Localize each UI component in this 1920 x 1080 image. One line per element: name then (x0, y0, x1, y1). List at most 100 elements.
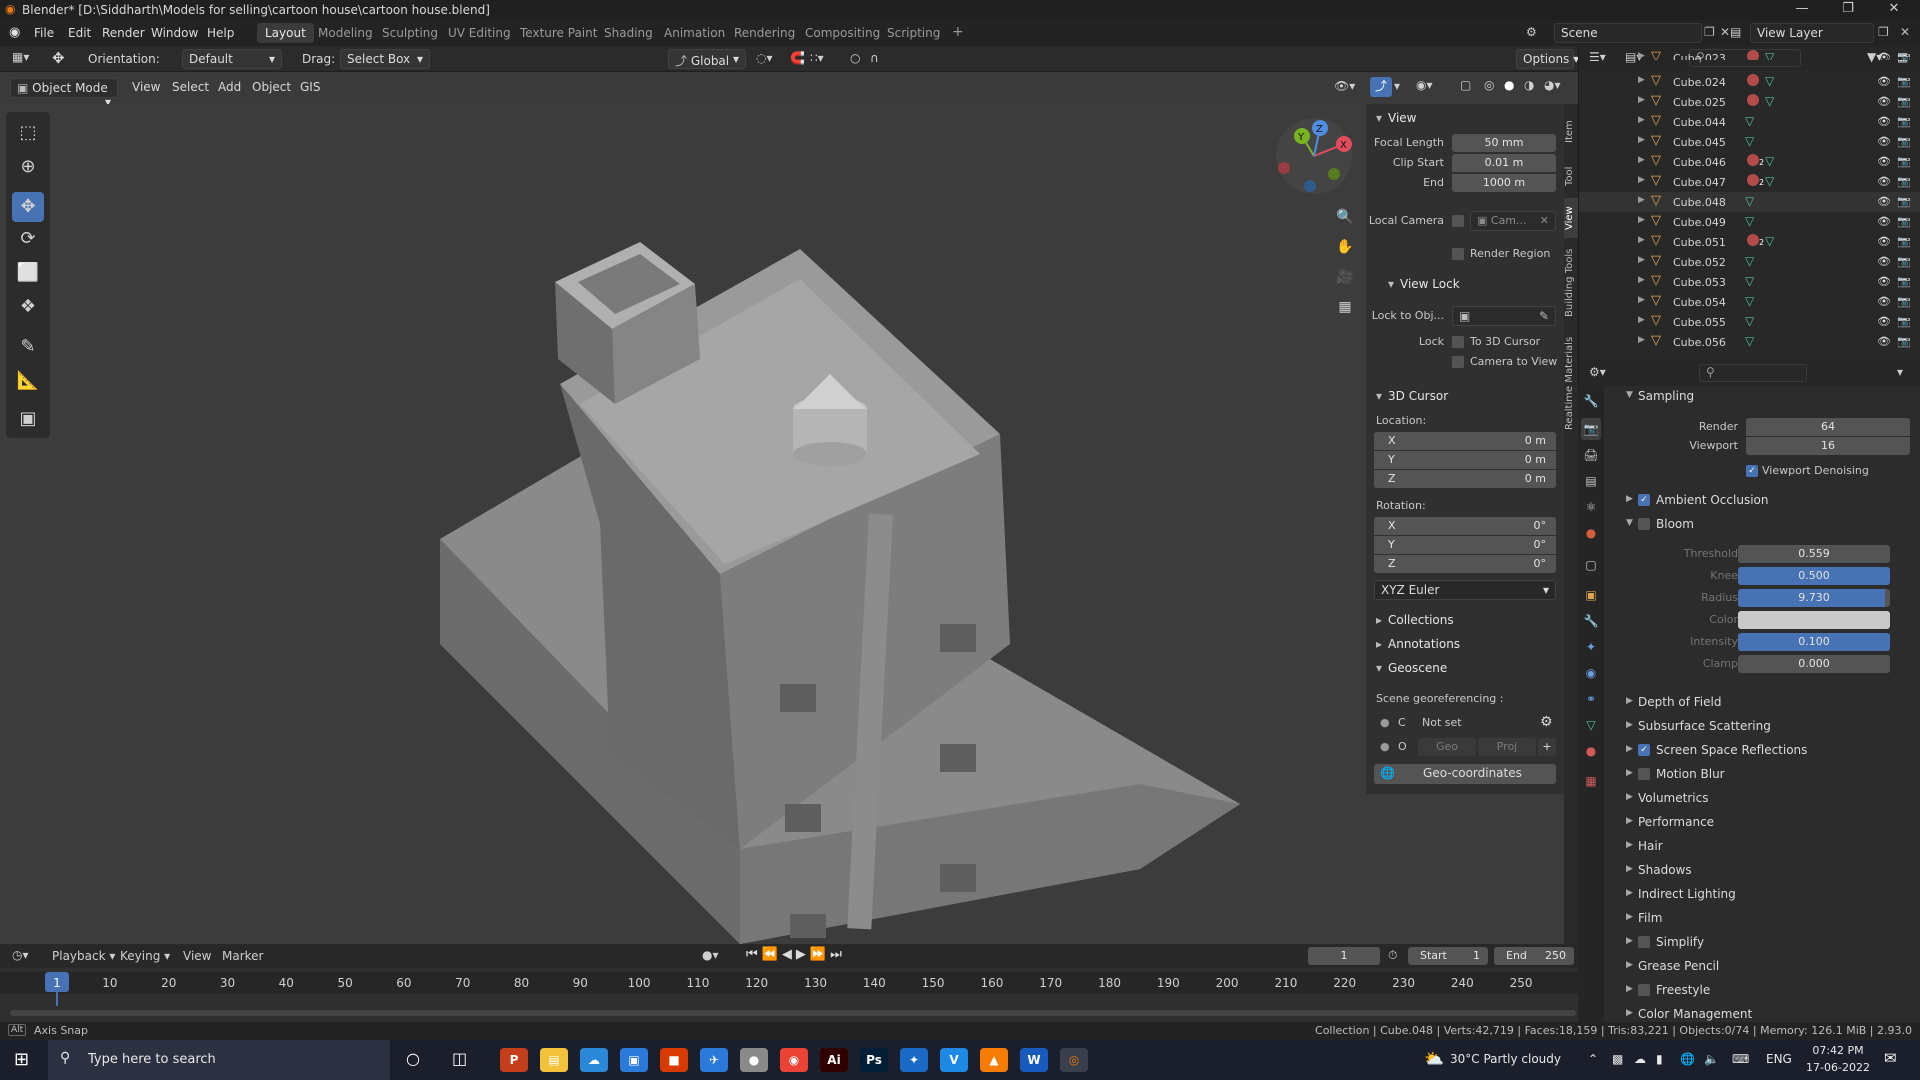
tray-chevron-icon[interactable]: ⌃ (1588, 1052, 1598, 1066)
illustrator-icon[interactable]: Ai (820, 1048, 848, 1072)
telegram-icon[interactable]: ✈ (700, 1048, 728, 1072)
rotate-tool-icon[interactable]: ⟳ (12, 224, 44, 254)
mesh-data-icon[interactable]: ▽ (1745, 314, 1754, 328)
tab-scripting[interactable]: Scripting (879, 23, 948, 43)
render-samples-field[interactable]: 64 (1746, 418, 1910, 436)
outliner-row[interactable]: ▶ ▽ Cube.044 ▽ 👁 📷 (1579, 112, 1920, 132)
lock-to-object-field[interactable]: ▣ ✎ (1452, 306, 1556, 326)
bloom-checkbox[interactable] (1638, 518, 1650, 530)
outliner-object-name[interactable]: Cube.055 (1673, 316, 1726, 329)
outliner-object-name[interactable]: Cube.023 (1673, 52, 1726, 60)
visibility-eye-icon[interactable]: 👁 (1877, 75, 1891, 88)
expand-chevron-icon[interactable]: ▶ (1638, 255, 1645, 265)
blender-menu-icon[interactable]: ◉ (9, 25, 20, 40)
render-panel-header[interactable]: ▶ ✓ Screen Space Reflections (1626, 740, 1916, 762)
vpn-icon[interactable]: V (940, 1048, 968, 1072)
render-panel-checkbox[interactable] (1638, 936, 1650, 948)
snap-target-icon[interactable]: ∷▾ (810, 51, 824, 65)
visibility-eye-icon[interactable]: 👁 (1877, 115, 1891, 128)
outliner-object-name[interactable]: Cube.045 (1673, 136, 1726, 149)
render-panel-header[interactable]: ▶ Freestyle (1626, 980, 1916, 1002)
tool-properties-tab-icon[interactable]: 🔧 (1581, 390, 1601, 412)
render-panel-header[interactable]: ▶ Film (1626, 908, 1916, 930)
new-view-layer-icon[interactable]: ❐ (1878, 25, 1889, 39)
menu-help[interactable]: Help (207, 26, 234, 40)
cursor-location-y[interactable]: Y 0 m (1374, 451, 1556, 469)
menu-playback[interactable]: Playback ▾ (52, 949, 115, 963)
material-icon[interactable] (1747, 74, 1759, 86)
mesh-data-icon[interactable]: ▽ (1765, 50, 1774, 60)
language-indicator[interactable]: ENG (1766, 1052, 1792, 1066)
outliner-row[interactable]: ▶ ▽ Cube.051 2 ▽ 👁 📷 (1579, 232, 1920, 252)
add-cube-tool-icon[interactable]: ▣ (12, 404, 44, 434)
lock-3d-cursor-checkbox[interactable] (1452, 336, 1464, 348)
visibility-eye-icon[interactable]: 👁 (1877, 335, 1891, 348)
gizmo-menu-icon[interactable]: ▾ (1394, 79, 1400, 93)
menu-gis[interactable]: GIS (300, 80, 320, 94)
object-tab-icon[interactable]: ▣ (1581, 584, 1601, 606)
outliner-row[interactable]: ▶ ▽ Cube.046 2 ▽ 👁 📷 (1579, 152, 1920, 172)
properties-search-input[interactable]: ⚲ (1699, 364, 1807, 382)
visibility-eye-icon[interactable]: 👁 (1877, 51, 1891, 60)
rotation-mode-dropdown[interactable]: XYZ Euler ▾ (1374, 580, 1556, 600)
mesh-data-icon[interactable]: ▽ (1765, 234, 1774, 248)
close-icon[interactable]: ✕ (1872, 1, 1916, 16)
minimize-icon[interactable]: — (1780, 1, 1824, 16)
tab-item[interactable]: Item (1564, 110, 1578, 154)
pivot-point-icon[interactable]: ◌▾ (756, 51, 773, 65)
render-panel-header[interactable]: ▶ Motion Blur (1626, 764, 1916, 786)
tab-shading[interactable]: Shading (596, 23, 661, 43)
expand-chevron-icon[interactable]: ▶ (1638, 155, 1645, 165)
local-camera-field[interactable]: ▣ Cam... ✕ (1470, 211, 1556, 231)
material-shading-icon[interactable]: ◑ (1524, 78, 1534, 92)
tray-battery-icon[interactable]: ▮ (1656, 1052, 1663, 1066)
tab-modeling[interactable]: Modeling (310, 23, 381, 43)
expand-chevron-icon[interactable]: ▶ (1638, 175, 1645, 185)
zoom-icon[interactable]: 🔍 (1332, 204, 1358, 230)
3d-viewport[interactable]: ⬚ ⊕ ✥ ⟳ ⬜ ❖ ✎ 📐 ▣ X Y Z 🔍 ✋ 🎥 ▦ (0, 104, 1578, 944)
store-icon[interactable]: ▣ (620, 1048, 648, 1072)
ambient-occlusion-panel-header[interactable]: ▶ ✓ Ambient Occlusion (1626, 490, 1916, 512)
orientation-dropdown[interactable]: Default ▾ (182, 49, 282, 69)
object-mode-dropdown[interactable]: ▣ Object Mode ▾ (10, 78, 118, 109)
bloom-setting-slider[interactable]: 0.000 (1738, 655, 1890, 673)
material-icon[interactable] (1747, 174, 1759, 186)
photos-icon[interactable]: ☁ (580, 1048, 608, 1072)
bloom-setting-slider[interactable]: 0.500 (1738, 567, 1890, 585)
tab-animation[interactable]: Animation (656, 23, 733, 43)
visibility-eye-icon[interactable]: 👁 (1877, 275, 1891, 288)
material-icon[interactable] (1747, 154, 1759, 166)
constraints-tab-icon[interactable]: ⚭ (1581, 688, 1601, 710)
transform-orientation-dropdown[interactable]: ⤴ Global ▾ (668, 49, 746, 69)
geo-coordinates-button[interactable]: 🌐 Geo-coordinates (1374, 764, 1556, 784)
annotate-tool-icon[interactable]: ✎ (12, 332, 44, 362)
render-panel-header[interactable]: ▶ Performance (1626, 812, 1916, 834)
render-panel-header[interactable]: ▶ Hair (1626, 836, 1916, 858)
expand-chevron-icon[interactable]: ▶ (1638, 215, 1645, 225)
visibility-eye-icon[interactable]: 👁 (1877, 135, 1891, 148)
mesh-data-icon[interactable]: ▽ (1745, 254, 1754, 268)
proj-button[interactable]: Proj (1478, 738, 1536, 756)
physics-tab-icon[interactable]: ◉ (1581, 662, 1601, 684)
pan-hand-icon[interactable]: ✋ (1332, 234, 1358, 260)
solid-shading-icon[interactable]: ● (1504, 78, 1514, 92)
properties-options-icon[interactable]: ▾ (1897, 365, 1903, 379)
geoscene-section-header[interactable]: ▾ Geoscene (1372, 658, 1560, 678)
particles-tab-icon[interactable]: ✦ (1581, 636, 1601, 658)
task-view-icon[interactable]: ◫ (452, 1049, 467, 1068)
tab-realtime-materials[interactable]: Realtime Materials (1564, 328, 1578, 438)
timeline-menu-view[interactable]: View (183, 949, 211, 963)
render-panel-header[interactable]: ▶ Depth of Field (1626, 692, 1916, 714)
modifier-tab-icon[interactable]: 🔧 (1581, 610, 1601, 632)
tab-uv-editing[interactable]: UV Editing (440, 23, 519, 43)
tray-network-icon[interactable]: ▩ (1612, 1052, 1623, 1066)
word-icon[interactable]: W (1020, 1048, 1048, 1072)
menu-add[interactable]: Add (218, 80, 241, 94)
bloom-setting-slider[interactable]: 9.730 (1738, 589, 1890, 607)
viewport-samples-field[interactable]: 16 (1746, 437, 1910, 455)
scene-selector[interactable]: Scene (1554, 23, 1702, 43)
outliner-object-name[interactable]: Cube.054 (1673, 296, 1726, 309)
render-panel-checkbox[interactable] (1638, 768, 1650, 780)
tray-volume-icon[interactable]: 🔈 (1704, 1052, 1719, 1066)
material-tab-icon[interactable]: ● (1581, 740, 1601, 762)
